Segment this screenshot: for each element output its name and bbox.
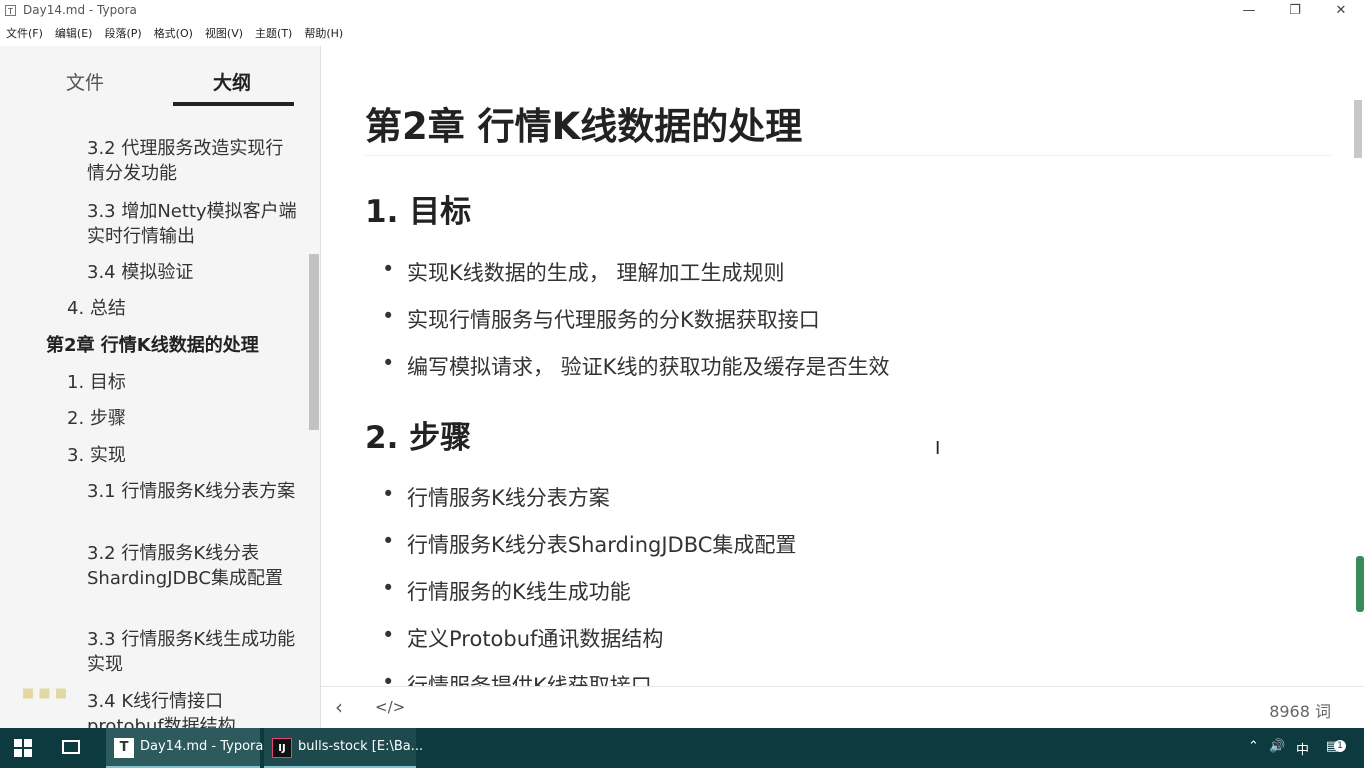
list-item: 实现K线数据的生成， 理解加工生成规则: [382, 257, 784, 287]
source-code-mode-icon[interactable]: </>: [375, 698, 405, 716]
typora-app-icon: T: [5, 5, 16, 16]
typora-icon: T: [114, 738, 134, 758]
list-item: 定义Protobuf通讯数据结构: [382, 623, 663, 653]
outline-item[interactable]: 3.2 代理服务改造实现行情分发功能: [87, 136, 297, 186]
watermark: ■ ■ ■: [22, 686, 68, 701]
list-item: 行情服务K线分表ShardingJDBC集成配置: [382, 529, 796, 559]
outline-item[interactable]: 3.4 模拟验证: [87, 260, 297, 285]
outline-item[interactable]: 3.3 行情服务K线生成功能实现: [87, 627, 297, 677]
volume-icon[interactable]: 🔊: [1269, 739, 1285, 754]
window-title: Day14.md - Typora: [23, 3, 137, 17]
show-hidden-icons-icon[interactable]: ⌃: [1248, 739, 1259, 754]
taskbar: T Day14.md - Typora IJ bulls-stock [E:\B…: [0, 728, 1364, 768]
active-tab-indicator: [173, 102, 294, 106]
outline-item[interactable]: 2. 步骤: [67, 406, 277, 431]
sidebar-scrollbar[interactable]: [309, 254, 319, 430]
list-item: 行情服务提供K线获取接口: [382, 670, 652, 686]
editor-pane[interactable]: 第2章 行情K线数据的处理 1. 目标 实现K线数据的生成， 理解加工生成规则 …: [321, 46, 1364, 686]
close-icon[interactable]: ✕: [1318, 0, 1364, 22]
list-item: 编写模拟请求， 验证K线的获取功能及缓存是否生效: [382, 351, 889, 381]
menu-file[interactable]: 文件(F): [6, 25, 43, 41]
word-count[interactable]: 8968 词: [1269, 698, 1331, 722]
tab-outline[interactable]: 大纲: [213, 68, 251, 95]
list-item: 行情服务的K线生成功能: [382, 576, 631, 606]
taskbar-app-typora[interactable]: T Day14.md - Typora: [106, 728, 264, 768]
sidebar: 文件 大纲 3.2 代理服务改造实现行情分发功能 3.3 增加Netty模拟客户…: [0, 46, 321, 728]
menu-help[interactable]: 帮助(H): [304, 25, 343, 41]
outline-item[interactable]: 4. 总结: [67, 296, 277, 321]
editor-scroll-marker[interactable]: [1356, 556, 1364, 612]
outline-item[interactable]: 3.1 行情服务K线分表方案: [87, 479, 297, 504]
outline-item[interactable]: 3.2 行情服务K线分表ShardingJDBC集成配置: [87, 541, 283, 591]
menu-edit[interactable]: 编辑(E): [55, 25, 93, 41]
sidebar-tabs: 文件 大纲: [0, 46, 320, 110]
outline-item[interactable]: 3.3 增加Netty模拟客户端实时行情输出: [87, 199, 297, 249]
toggle-sidebar-icon[interactable]: ‹: [335, 695, 343, 719]
ime-indicator[interactable]: 中: [1296, 739, 1309, 758]
taskbar-app-label: Day14.md - Typora: [140, 739, 264, 754]
section-heading: 2. 步骤: [365, 420, 472, 456]
menu-view[interactable]: 视图(V): [205, 25, 243, 41]
taskbar-app-intellij[interactable]: IJ bulls-stock [E:\Ba...: [264, 728, 423, 768]
list-item: 实现行情服务与代理服务的分K数据获取接口: [382, 304, 820, 334]
editor-scrollbar[interactable]: [1354, 100, 1362, 158]
title-bar: T Day14.md - Typora — ❐ ✕: [0, 0, 1364, 22]
intellij-icon: IJ: [272, 738, 292, 758]
menu-theme[interactable]: 主题(T): [255, 25, 292, 41]
restore-icon[interactable]: ❐: [1272, 0, 1318, 22]
section-heading: 1. 目标: [365, 194, 472, 230]
outline-item[interactable]: 3.4 K线行情接口protobuf数据结构: [87, 689, 297, 728]
status-bar: ‹ </> 8968 词: [321, 686, 1364, 728]
task-view-icon[interactable]: [62, 740, 80, 754]
text-cursor-icon: I: [935, 438, 941, 459]
outline-item[interactable]: 1. 目标: [67, 370, 277, 395]
windows-start-icon[interactable]: [14, 739, 32, 757]
menu-format[interactable]: 格式(O): [154, 25, 193, 41]
outline-item-chapter[interactable]: 第2章 行情K线数据的处理: [46, 333, 296, 358]
menu-paragraph[interactable]: 段落(P): [104, 25, 141, 41]
minimize-icon[interactable]: —: [1226, 0, 1272, 22]
menu-bar: 文件(F) 编辑(E) 段落(P) 格式(O) 视图(V) 主题(T) 帮助(H…: [0, 22, 1364, 44]
document-h1: 第2章 行情K线数据的处理: [365, 105, 803, 148]
taskbar-app-label: bulls-stock [E:\Ba...: [298, 739, 424, 754]
outline-item[interactable]: 3. 实现: [67, 443, 277, 468]
tab-files[interactable]: 文件: [66, 68, 104, 95]
list-item: 行情服务K线分表方案: [382, 482, 610, 512]
h1-divider: [365, 155, 1331, 156]
notification-badge: 1: [1334, 740, 1346, 752]
